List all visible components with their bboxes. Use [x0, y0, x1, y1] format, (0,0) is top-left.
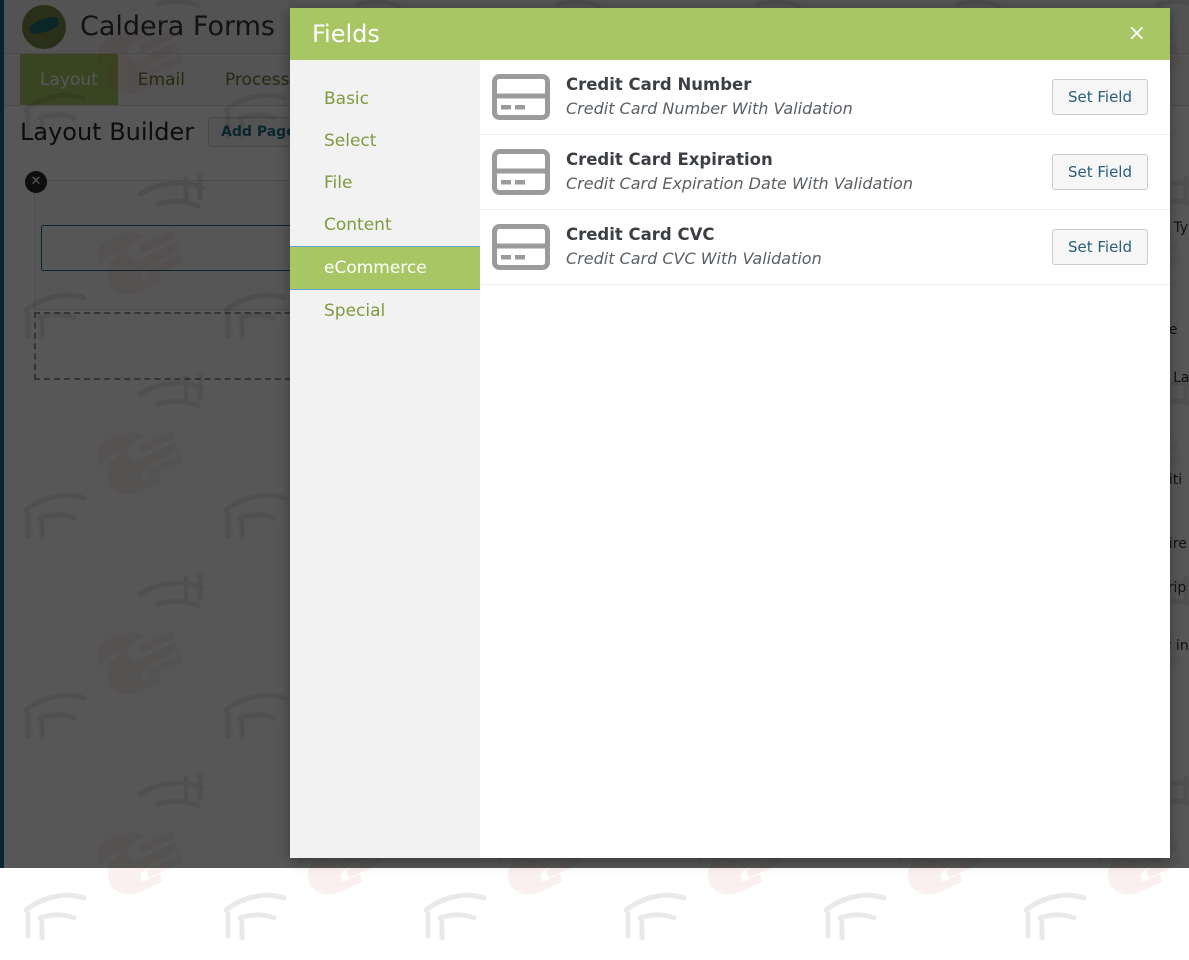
- modal-body: Basic Select File Content eCommerce Spec…: [290, 60, 1170, 858]
- modal-category-sidebar: Basic Select File Content eCommerce Spec…: [290, 60, 480, 858]
- sidebar-item-special[interactable]: Special: [290, 290, 480, 332]
- field-description: Credit Card CVC With Validation: [566, 248, 822, 268]
- table-row[interactable]: Credit Card Number Credit Card Number Wi…: [480, 60, 1170, 135]
- credit-card-icon: [490, 149, 552, 195]
- set-field-button[interactable]: Set Field: [1051, 154, 1148, 190]
- field-info: Credit Card CVC Credit Card CVC With Val…: [566, 224, 1052, 269]
- credit-card-icon: [490, 224, 552, 270]
- field-info: Credit Card Expiration Credit Card Expir…: [566, 149, 1052, 194]
- table-row[interactable]: Credit Card CVC Credit Card CVC With Val…: [480, 210, 1170, 285]
- set-field-button[interactable]: Set Field: [1051, 229, 1148, 265]
- credit-card-icon: [490, 74, 552, 120]
- sidebar-item-ecommerce[interactable]: eCommerce: [290, 246, 480, 290]
- field-list: Credit Card Number Credit Card Number Wi…: [480, 60, 1170, 858]
- fields-modal: Fields × Basic Select File Content eComm…: [290, 8, 1170, 858]
- modal-header: Fields ×: [290, 8, 1170, 60]
- field-label: Credit Card CVC: [566, 225, 715, 245]
- set-field-button[interactable]: Set Field: [1051, 79, 1148, 115]
- table-row[interactable]: Credit Card Expiration Credit Card Expir…: [480, 135, 1170, 210]
- sidebar-item-content[interactable]: Content: [290, 204, 480, 246]
- modal-title: Fields: [312, 20, 380, 48]
- field-description: Credit Card Number With Validation: [566, 98, 853, 118]
- close-icon[interactable]: ×: [1126, 23, 1148, 45]
- field-label: Credit Card Expiration: [566, 150, 773, 170]
- field-info: Credit Card Number Credit Card Number Wi…: [566, 74, 1052, 119]
- sidebar-item-basic[interactable]: Basic: [290, 78, 480, 120]
- sidebar-item-select[interactable]: Select: [290, 120, 480, 162]
- sidebar-item-file[interactable]: File: [290, 162, 480, 204]
- field-description: Credit Card Expiration Date With Validat…: [566, 173, 913, 193]
- field-label: Credit Card Number: [566, 75, 752, 95]
